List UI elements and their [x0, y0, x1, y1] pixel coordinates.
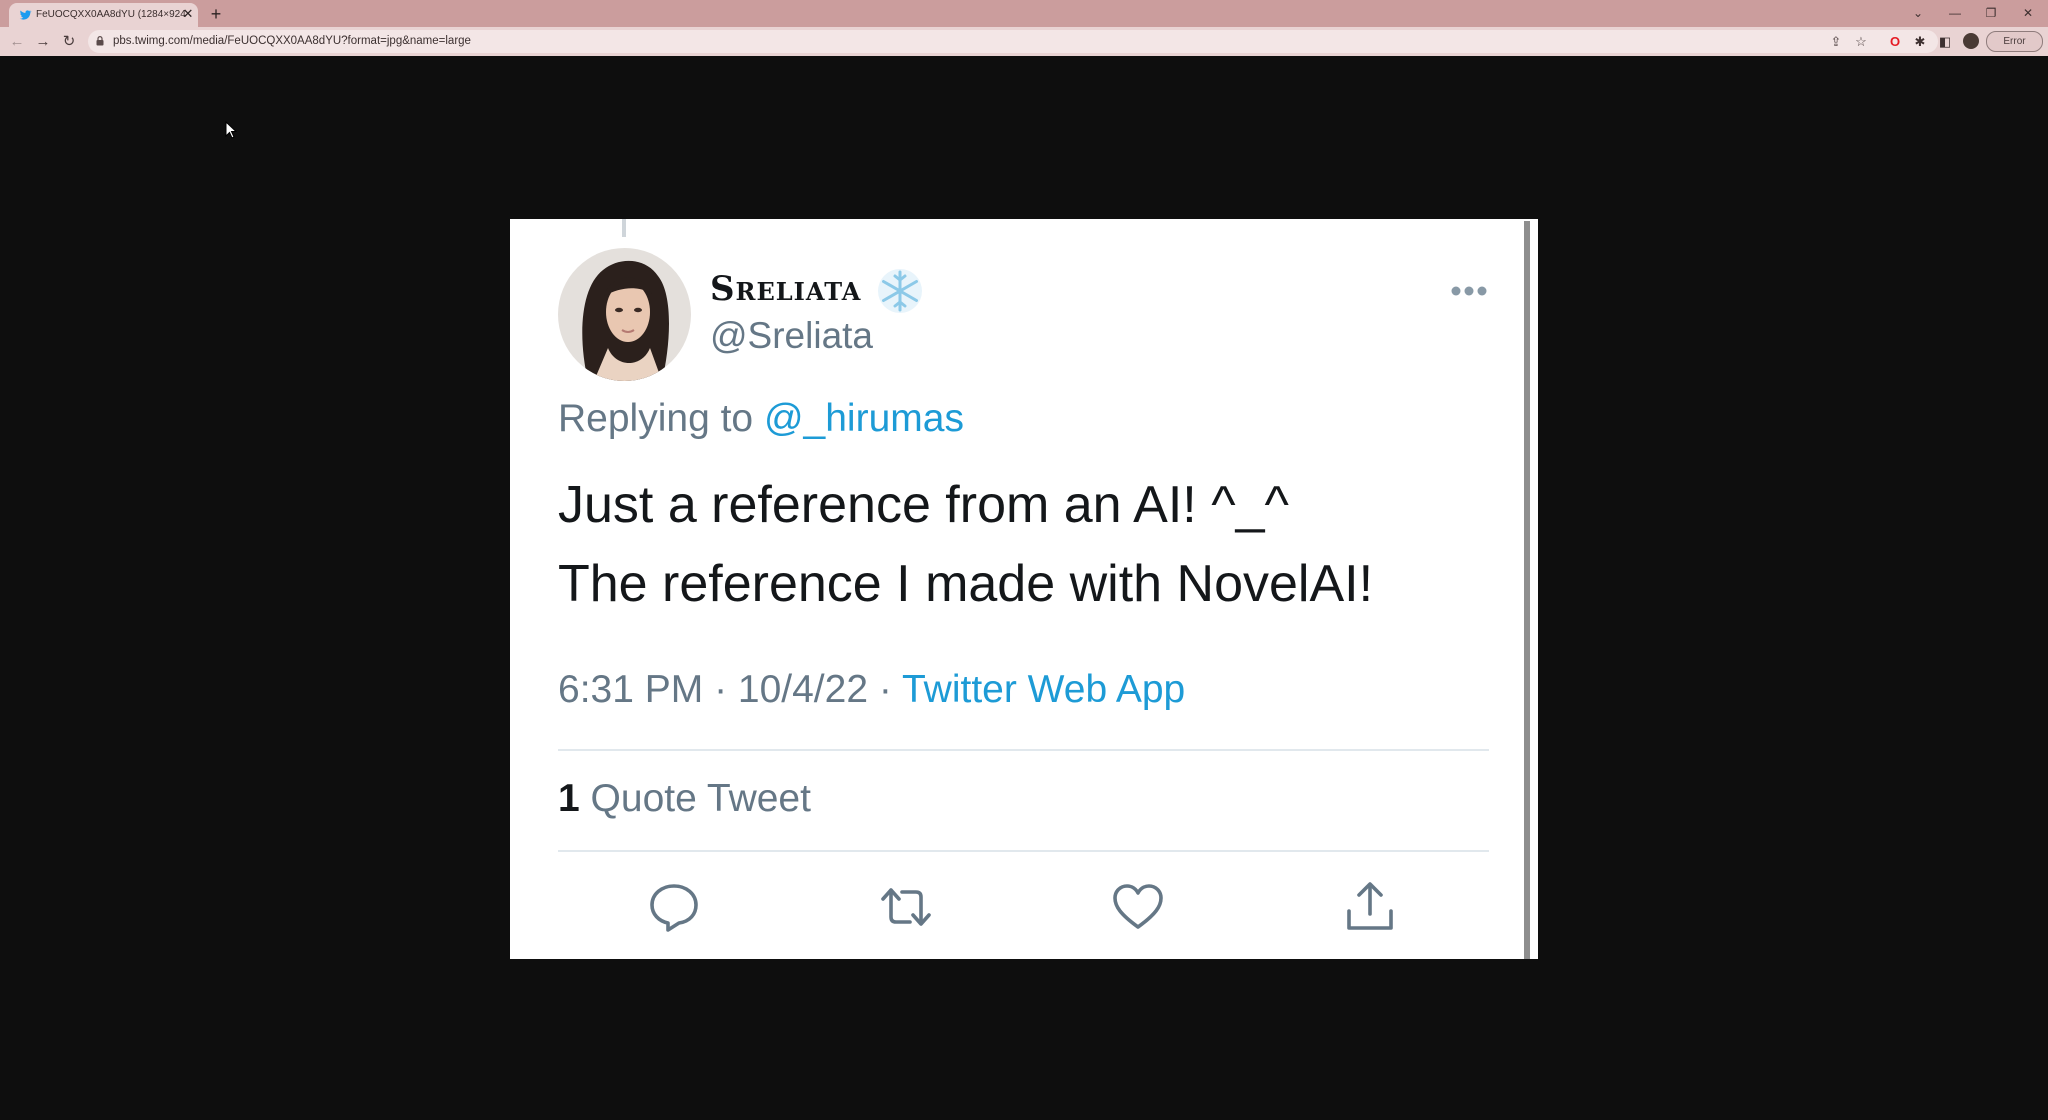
display-name: Sreliata — [710, 269, 862, 309]
quote-count-label: Quote Tweet — [579, 777, 811, 820]
extensions-puzzle-icon[interactable]: ✱ — [1911, 33, 1929, 51]
close-window-button[interactable]: ✕ — [2016, 3, 2040, 23]
url-text: pbs.twimg.com/media/FeUOCQXX0AA8dYU?form… — [113, 35, 471, 47]
restore-button[interactable]: ❐ — [1979, 3, 2003, 23]
browser-toolbar: ← → ↻ pbs.twimg.com/media/FeUOCQXX0AA8dY… — [0, 27, 2048, 56]
replying-prefix: Replying to — [558, 397, 764, 440]
like-icon — [1113, 884, 1163, 929]
image-edge-bar — [1524, 221, 1530, 959]
bookmark-star-icon[interactable]: ☆ — [1852, 33, 1870, 51]
divider — [558, 749, 1489, 751]
quote-tweet-count: 1 Quote Tweet — [558, 777, 811, 821]
quote-count-number: 1 — [558, 777, 580, 820]
tweet-text-line: Just a reference from an AI! ^_^ — [558, 476, 1289, 534]
browser-tab[interactable]: FeUOCQXX0AA8dYU (1284×924) ✕ — [9, 3, 198, 27]
retweet-icon — [881, 888, 931, 926]
side-panel-icon[interactable]: ◧ — [1936, 33, 1954, 51]
tweet-source: Twitter Web App — [901, 668, 1186, 711]
back-button[interactable]: ← — [8, 33, 26, 51]
tweet-body: Just a reference from an AI! ^_^ The ref… — [558, 466, 1373, 624]
tab-search-icon[interactable]: ⌄ — [1906, 3, 1930, 23]
profile-avatar[interactable] — [1963, 33, 1979, 49]
address-bar[interactable]: pbs.twimg.com/media/FeUOCQXX0AA8dYU?form… — [88, 30, 1938, 53]
share-page-icon[interactable]: ⇪ — [1827, 33, 1845, 51]
thread-connector-line — [622, 219, 626, 237]
tweet-image: Sreliata @Sreliata Replying to @_hirumas… — [510, 219, 1538, 959]
profile-error-badge[interactable]: Error — [1986, 31, 2043, 52]
close-tab-icon[interactable]: ✕ — [181, 7, 195, 21]
replied-user-mention: @_hirumas — [763, 397, 964, 440]
reload-button[interactable]: ↻ — [60, 33, 78, 51]
new-tab-button[interactable]: + — [207, 5, 225, 23]
minimize-button[interactable]: — — [1943, 3, 1967, 23]
reply-icon — [650, 884, 698, 932]
divider — [558, 850, 1489, 852]
replying-to-line: Replying to @_hirumas — [558, 397, 964, 441]
forward-button[interactable]: → — [34, 33, 52, 51]
tab-strip: FeUOCQXX0AA8dYU (1284×924) ✕ + ⌄ — ❐ ✕ — [0, 0, 2048, 27]
twitter-bird-icon — [19, 10, 32, 20]
user-avatar — [558, 248, 691, 381]
tweet-time: 6:31 PM · 10/4/22 · — [558, 668, 902, 711]
user-handle: @Sreliata — [710, 315, 874, 356]
opera-extension-icon[interactable]: O — [1886, 33, 1904, 51]
snowflake-icon — [878, 269, 922, 313]
lock-icon — [96, 36, 104, 46]
mouse-cursor-icon — [225, 121, 237, 139]
tweet-timestamp: 6:31 PM · 10/4/22 · Twitter Web App — [558, 668, 1185, 712]
more-dots-icon — [1451, 286, 1487, 296]
tweet-text-line: The reference I made with NovelAI! — [558, 555, 1374, 613]
tab-title: FeUOCQXX0AA8dYU (1284×924) — [36, 9, 186, 20]
share-icon — [1347, 882, 1393, 930]
